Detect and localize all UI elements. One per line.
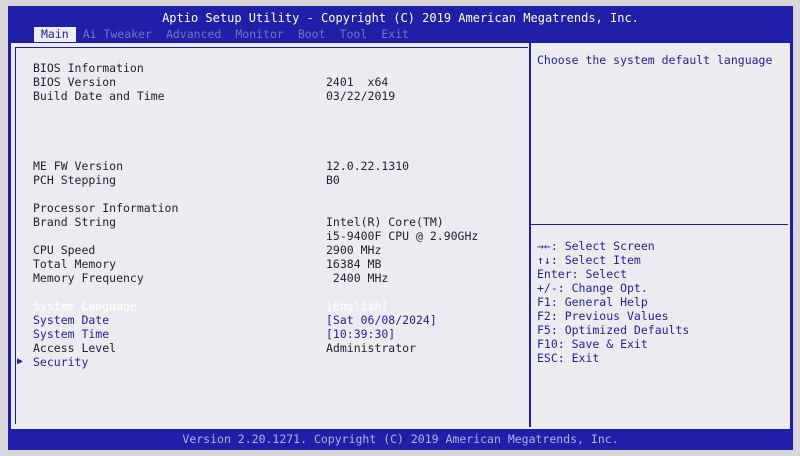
cpu-speed-label: CPU Speed [33, 243, 96, 257]
settings-pane: BIOS Information BIOS Version 2401 x64 B… [11, 43, 531, 427]
memory-frequency-row: Memory Frequency 2400 MHz [11, 271, 529, 285]
tab-bar: Main Ai Tweaker Advanced Monitor Boot To… [34, 27, 416, 42]
bios-version-label: BIOS Version [33, 75, 117, 89]
brand-row: Brand String Intel(R) Core(TM) [11, 215, 529, 229]
me-fw-value: 12.0.22.1310 [326, 159, 410, 173]
key-change-opt: +/-: Change Opt. [537, 281, 648, 295]
system-time-label: System Time [33, 327, 110, 341]
version-footer: Version 2.20.1271. Copyright (C) 2019 Am… [182, 432, 619, 446]
me-fw-row: ME FW Version 12.0.22.1310 [11, 159, 529, 173]
tab-main[interactable]: Main [34, 27, 76, 42]
key-f5: F5: Optimized Defaults [537, 323, 690, 337]
tab-ai-tweaker[interactable]: Ai Tweaker [76, 27, 159, 42]
me-fw-label: ME FW Version [33, 159, 124, 173]
brand-value-line-2: i5-9400F CPU @ 2.90GHz [326, 229, 479, 243]
memory-frequency-value: 2400 MHz [326, 271, 389, 285]
brand-label: Brand String [33, 215, 117, 229]
system-date-value[interactable]: [Sat 06/08/2024] [326, 313, 437, 327]
brand-row-2: i5-9400F CPU @ 2.90GHz [11, 229, 529, 243]
system-time-value[interactable]: [10:39:30] [326, 327, 395, 341]
cpu-speed-value: 2900 MHz [326, 243, 382, 257]
brand-value-line-1: Intel(R) Core(TM) [326, 215, 444, 229]
section-header: Processor Information [33, 201, 179, 215]
item-help: Choose the system default language [531, 43, 788, 225]
build-date-label: Build Date and Time [33, 89, 165, 103]
tab-exit[interactable]: Exit [374, 27, 416, 42]
bios-screen: Aptio Setup Utility - Copyright (C) 2019… [8, 6, 793, 450]
bios-version-row: BIOS Version 2401 x64 [11, 75, 529, 89]
system-language-label: System Language [33, 299, 137, 313]
access-level-value: Administrator [326, 341, 417, 355]
key-f2: F2: Previous Values [537, 309, 669, 323]
security-row[interactable]: ▶ Security [11, 355, 529, 369]
key-f1: F1: General Help [537, 295, 648, 309]
section-header: BIOS Information [33, 61, 144, 75]
key-select-item: ↑↓: Select Item [537, 253, 641, 267]
build-date-row: Build Date and Time 03/22/2019 [11, 89, 529, 103]
total-memory-row: Total Memory 16384 MB [11, 257, 529, 271]
memory-frequency-label: Memory Frequency [33, 271, 144, 285]
key-f10: F10: Save & Exit [537, 337, 648, 351]
bios-version-value: 2401 x64 [326, 75, 389, 89]
total-memory-label: Total Memory [33, 257, 117, 271]
build-date-value: 03/22/2019 [326, 89, 396, 103]
bios-info-header: BIOS Information [11, 61, 529, 75]
access-level-row: Access Level Administrator [11, 341, 529, 355]
tab-monitor[interactable]: Monitor [228, 27, 290, 42]
system-language-row[interactable]: System Language [English] [11, 299, 529, 313]
key-esc: ESC: Exit [537, 351, 600, 365]
pch-value: B0 [326, 173, 340, 187]
system-date-label: System Date [33, 313, 110, 327]
tab-tool[interactable]: Tool [333, 27, 375, 42]
system-date-row[interactable]: System Date [Sat 06/08/2024] [11, 313, 529, 327]
main-panel: BIOS Information BIOS Version 2401 x64 B… [10, 42, 791, 430]
security-label[interactable]: Security [33, 355, 88, 369]
processor-info-header: Processor Information [11, 201, 529, 215]
total-memory-value: 16384 MB [326, 257, 382, 271]
key-select-screen: →←: Select Screen [537, 239, 655, 253]
tab-advanced[interactable]: Advanced [159, 27, 228, 42]
help-pane: Choose the system default language →←: S… [531, 43, 790, 427]
pch-label: PCH Stepping [33, 173, 117, 187]
key-enter: Enter: Select [537, 267, 628, 281]
submenu-arrow-icon: ▶ [17, 356, 24, 367]
key-legend: →←: Select Screen ↑↓: Select Item Enter:… [531, 231, 788, 373]
access-level-label: Access Level [33, 341, 117, 355]
cpu-speed-row: CPU Speed 2900 MHz [11, 243, 529, 257]
tab-boot[interactable]: Boot [291, 27, 333, 42]
system-language-value[interactable]: [English] [326, 299, 388, 313]
system-time-row[interactable]: System Time [10:39:30] [11, 327, 529, 341]
pch-row: PCH Stepping B0 [11, 173, 529, 187]
